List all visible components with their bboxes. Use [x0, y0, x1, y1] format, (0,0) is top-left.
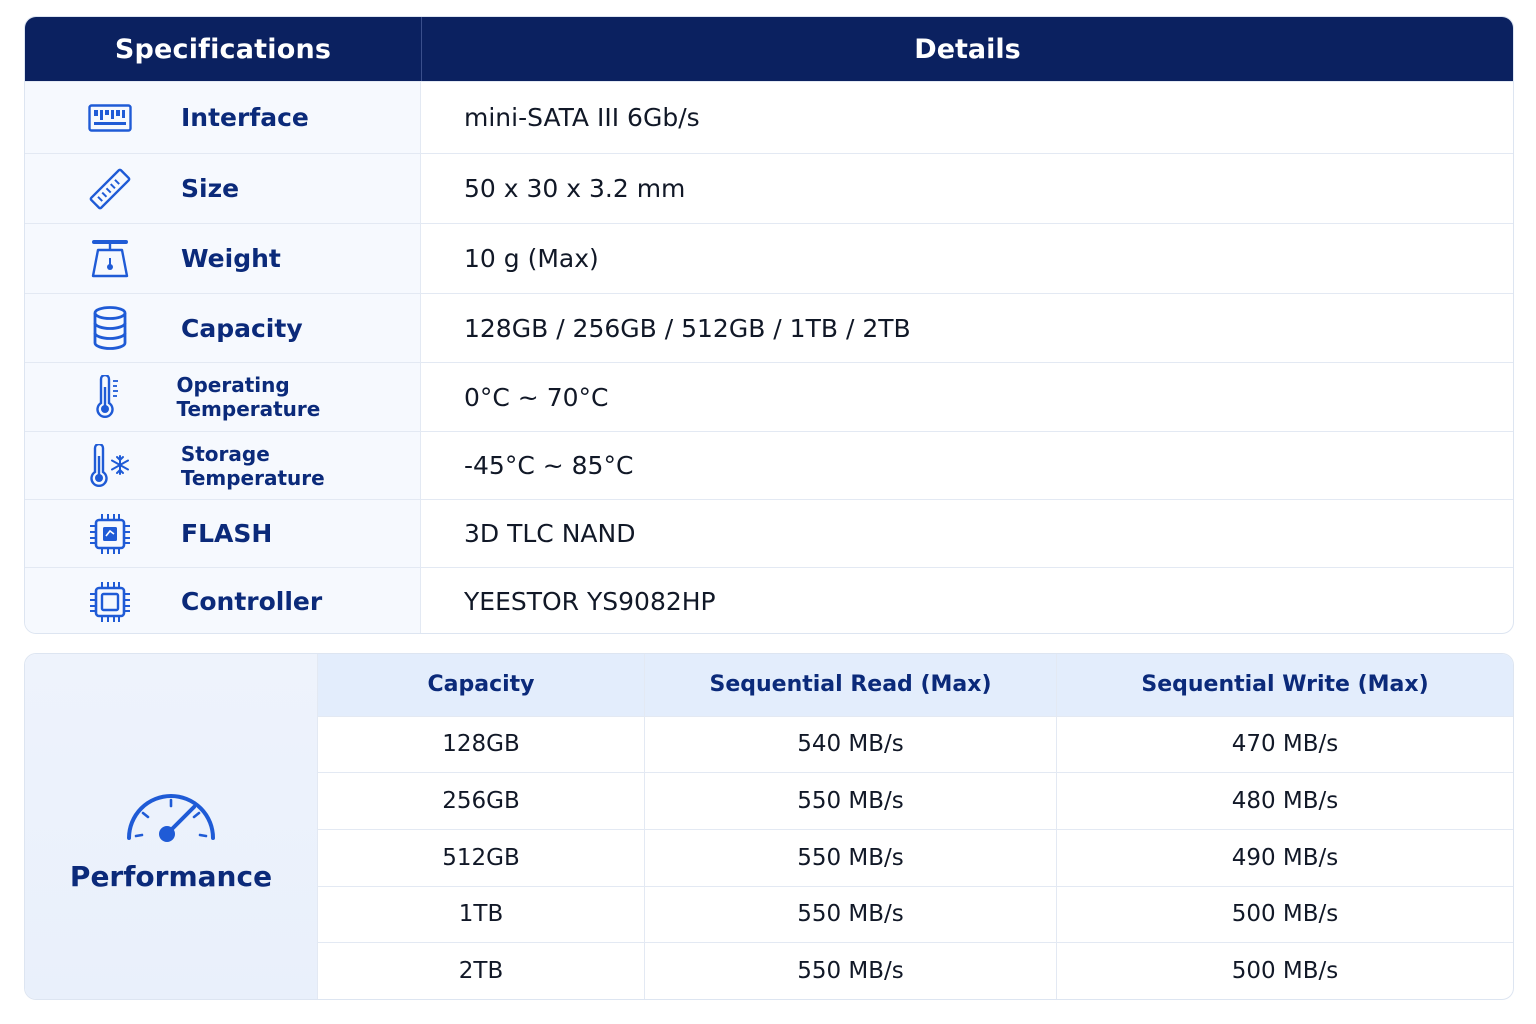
spec-label-cell: FLASH [25, 500, 421, 567]
cell-capacity: 2TB [318, 943, 645, 999]
scale-icon [81, 236, 139, 282]
performance-data-table: Capacity Sequential Read (Max) Sequentia… [318, 654, 1513, 999]
specifications-table-header: Specifications Details [25, 17, 1513, 81]
cell-write: 470 MB/s [1231, 731, 1339, 758]
table-row: 1TB 550 MB/s 500 MB/s [318, 885, 1513, 943]
spec-label: Capacity [181, 313, 303, 343]
cell-write: 500 MB/s [1231, 958, 1339, 985]
cell-read: 550 MB/s [645, 886, 1057, 943]
spec-sheet-page: Specifications Details Interface mini-SA… [0, 0, 1536, 1024]
performance-table: Performance Capacity Sequential Read (Ma… [24, 653, 1514, 1000]
spec-row-size: Size 50 x 30 x 3.2 mm [25, 153, 1513, 223]
spec-row-weight: Weight 10 g (Max) [25, 223, 1513, 293]
cell-read: 540 MB/s [645, 716, 1057, 773]
spec-label: Weight [181, 244, 281, 273]
spec-value: 3D TLC NAND [464, 519, 636, 548]
spec-row-controller: Controller YEESTOR YS9082HP [25, 567, 1513, 633]
spec-label: Operating Temperature [176, 373, 321, 421]
table-row: 256GB 550 MB/s 480 MB/s [318, 772, 1513, 829]
cell-read: 550 MB/s [645, 773, 1057, 829]
spec-label-cell: Storage Temperature [25, 432, 421, 499]
spec-value: 10 g (Max) [464, 244, 599, 273]
spec-label-cell: Operating Temperature [25, 363, 421, 431]
header-specifications: Specifications [25, 17, 422, 81]
header-details: Details [914, 33, 1021, 65]
spec-value: mini-SATA III 6Gb/s [464, 103, 700, 132]
cell-write: 500 MB/s [1231, 901, 1339, 928]
specifications-table: Specifications Details Interface mini-SA… [24, 16, 1514, 634]
spec-value: 128GB / 256GB / 512GB / 1TB / 2TB [464, 313, 911, 343]
thermometer-icon [81, 374, 134, 420]
cell-capacity: 128GB [318, 716, 645, 773]
spec-label-cell: Weight [25, 224, 421, 293]
interface-board-icon [81, 95, 139, 141]
spec-value: 50 x 30 x 3.2 mm [464, 174, 686, 203]
flash-chip-icon [81, 511, 139, 557]
thermometer-snowflake-icon [81, 443, 139, 489]
spec-value: -45°C ~ 85°C [464, 451, 634, 480]
spec-label-cell: Interface [25, 82, 421, 153]
ssd-stick-icon [81, 166, 139, 212]
spec-value: YEESTOR YS9082HP [464, 587, 716, 616]
header-sequential-read: Sequential Read (Max) [645, 654, 1057, 716]
speedometer-icon [121, 780, 221, 846]
controller-chip-icon [81, 579, 139, 625]
spec-row-flash: FLASH 3D TLC NAND [25, 499, 1513, 567]
cell-capacity: 256GB [318, 773, 645, 829]
table-row: 2TB 550 MB/s 500 MB/s [318, 942, 1513, 999]
cell-write: 490 MB/s [1231, 844, 1339, 871]
spec-label: Size [181, 174, 240, 203]
table-row: 512GB 550 MB/s 490 MB/s [318, 828, 1513, 886]
spec-label-cell: Capacity [25, 294, 421, 362]
spec-label: Interface [181, 103, 309, 132]
cell-capacity: 1TB [318, 886, 645, 943]
cell-capacity: 512GB [318, 829, 645, 886]
spec-row-interface: Interface mini-SATA III 6Gb/s [25, 81, 1513, 153]
cell-read: 550 MB/s [645, 943, 1057, 999]
spec-value: 0°C ~ 70°C [464, 382, 609, 412]
performance-side-panel: Performance [25, 654, 318, 999]
table-row: 128GB 540 MB/s 470 MB/s [318, 715, 1513, 773]
spec-label-cell: Size [25, 154, 421, 223]
spec-label: Controller [181, 587, 323, 616]
spec-label: FLASH [181, 519, 273, 548]
spec-label-cell: Controller [25, 568, 421, 633]
cell-write: 480 MB/s [1231, 788, 1339, 815]
header-capacity: Capacity [318, 654, 645, 716]
spec-label: Storage Temperature [180, 441, 325, 490]
spec-row-storage-temperature: Storage Temperature -45°C ~ 85°C [25, 431, 1513, 499]
performance-title: Performance [69, 860, 273, 893]
spec-row-capacity: Capacity 128GB / 256GB / 512GB / 1TB / 2… [25, 293, 1513, 362]
performance-table-header: Capacity Sequential Read (Max) Sequentia… [318, 654, 1513, 716]
spec-row-operating-temperature: Operating Temperature 0°C ~ 70°C [25, 362, 1513, 431]
database-icon [81, 305, 139, 351]
header-sequential-write: Sequential Write (Max) [1141, 672, 1429, 698]
cell-read: 550 MB/s [645, 829, 1057, 886]
